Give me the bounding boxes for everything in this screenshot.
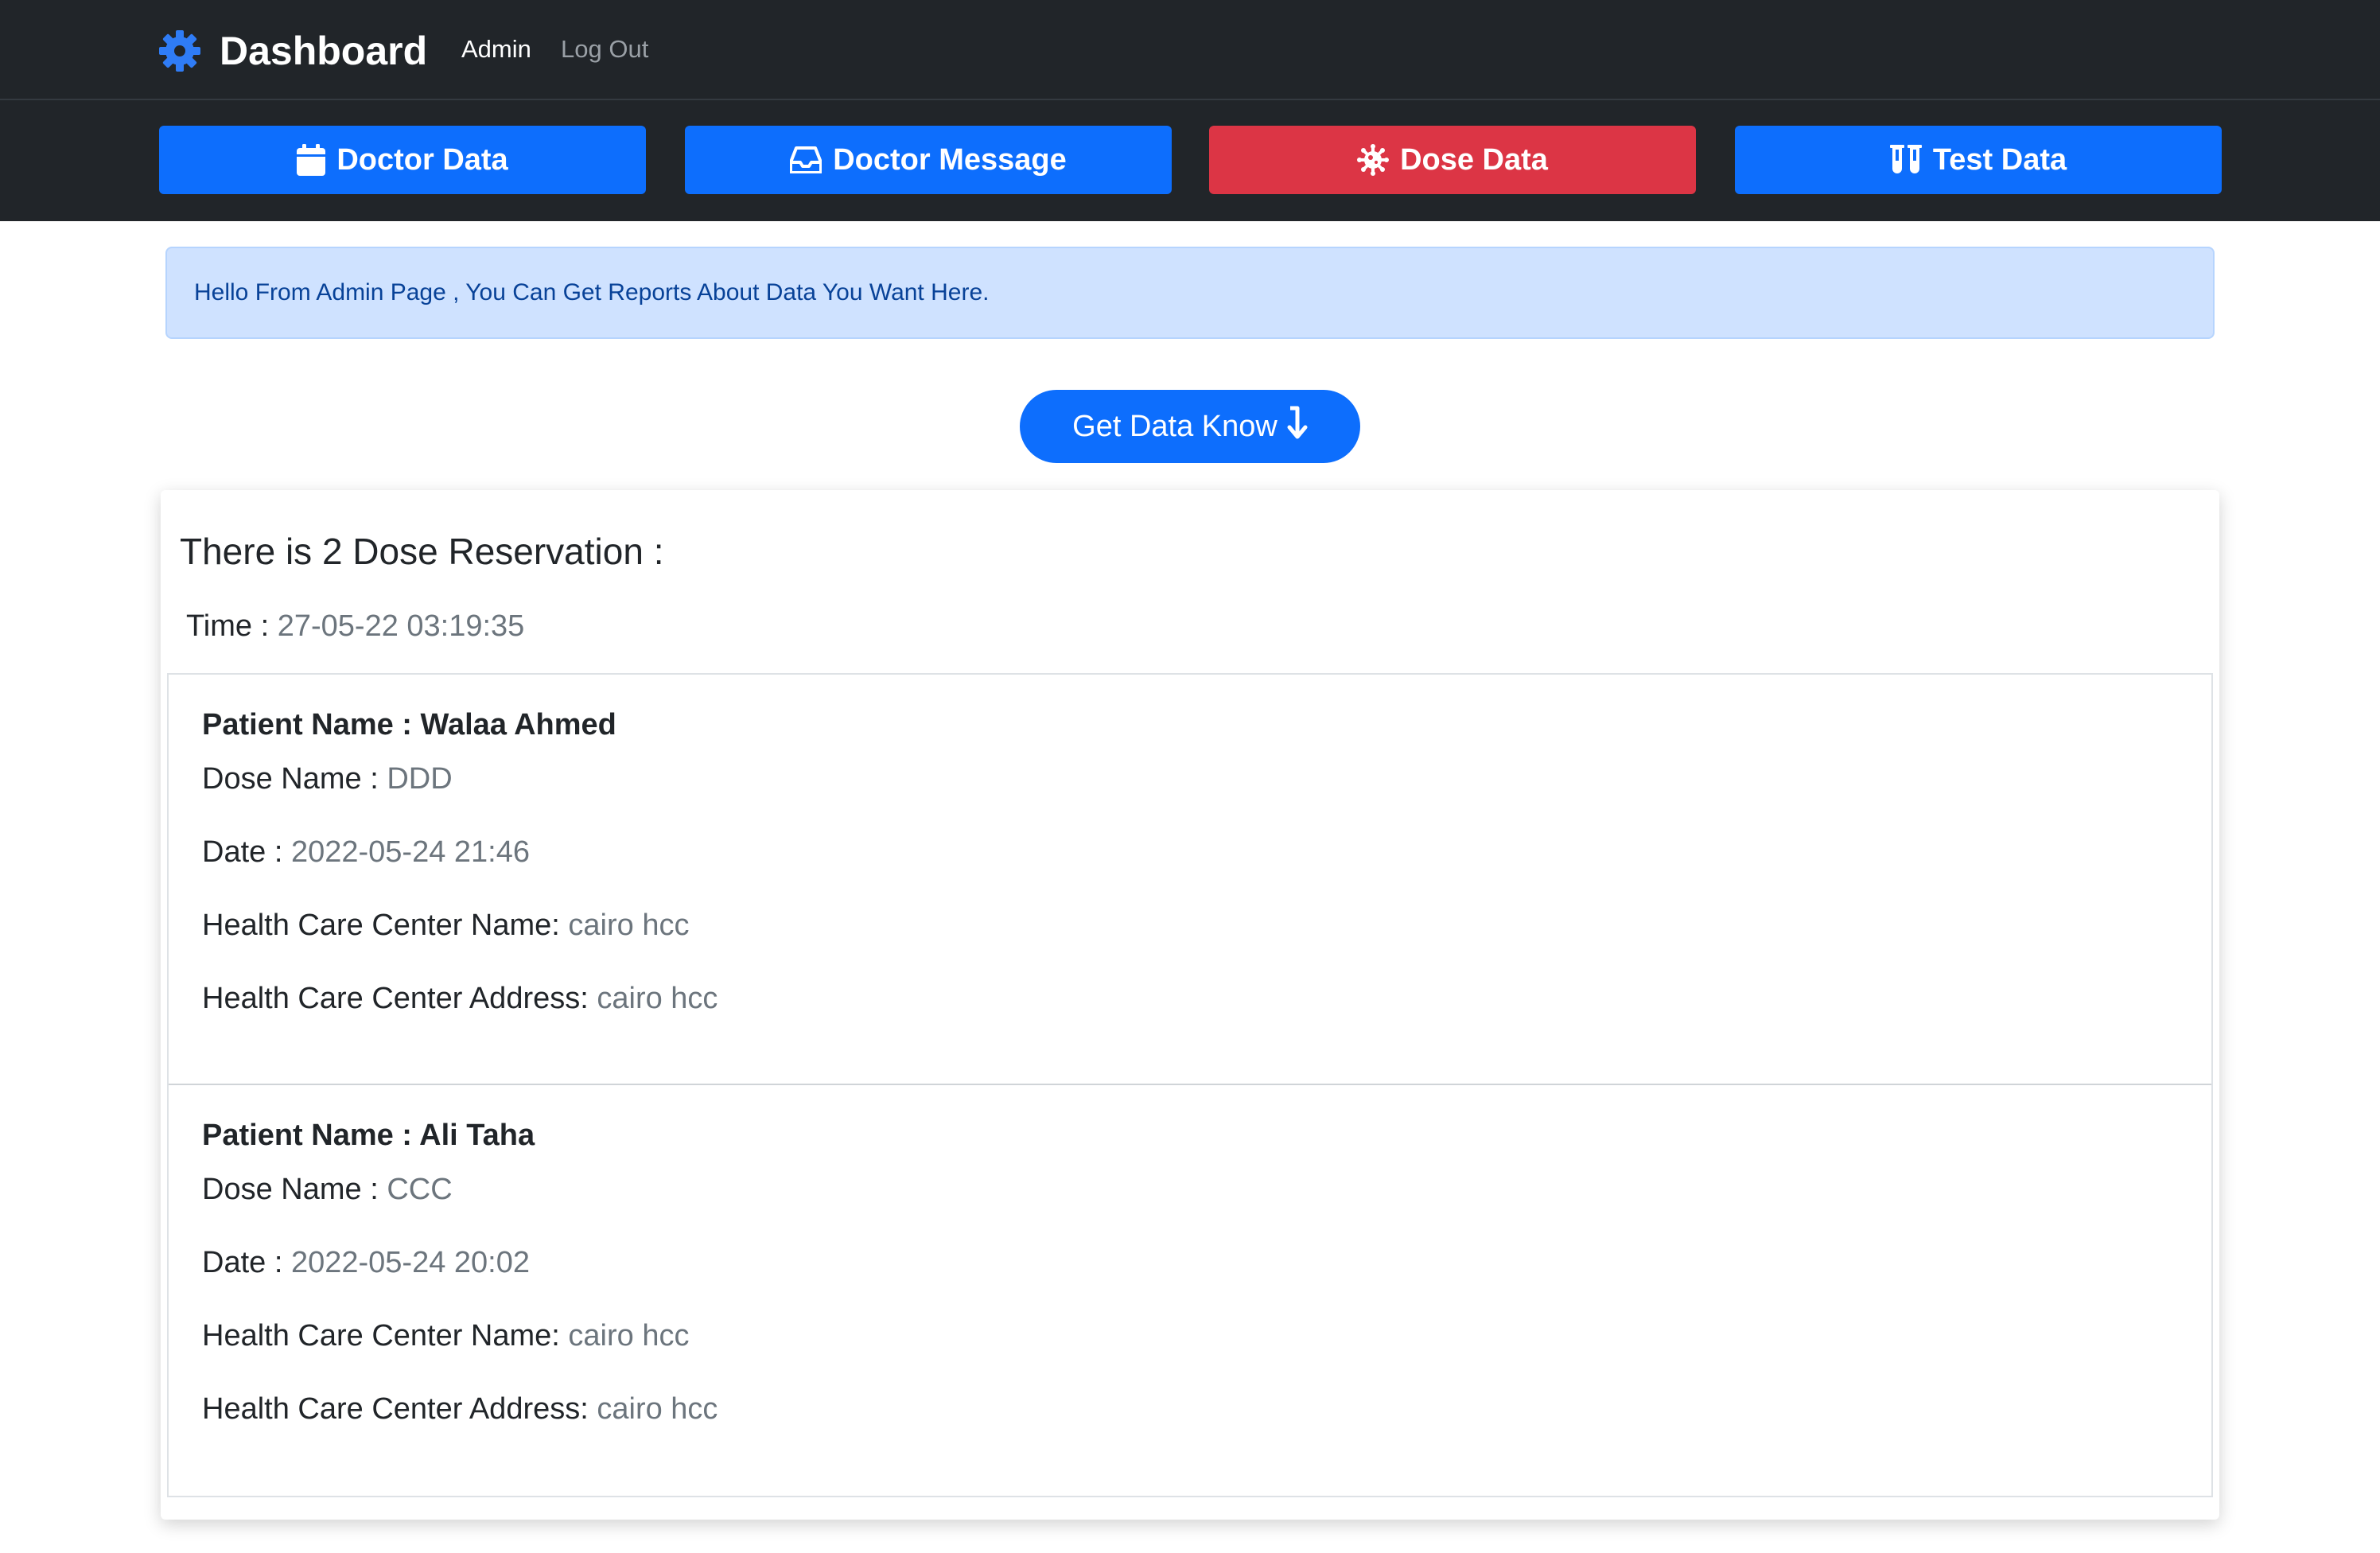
dose-value: CCC [387,1173,453,1206]
hcc-name: Health Care Center Name: cairo hcc [202,1319,689,1353]
list-item: Patient Name : Walaa Ahmed Dose Name : D… [169,675,2211,1085]
patient-label: Patient Name : [202,1119,412,1152]
brand[interactable]: Dashboard [158,24,427,78]
nav-link-logout[interactable]: Log Out [561,35,648,64]
get-data-label: Get Data Know [1072,409,1278,443]
inbox-icon [790,146,822,173]
dose-date: Date : 2022-05-24 20:02 [202,1246,530,1280]
hcc-name-value: cairo hcc [568,1319,690,1353]
patient-value: Ali Taha [419,1119,535,1152]
doctor-data-label: Doctor Data [336,142,508,177]
hcc-address: Health Care Center Address: cairo hcc [202,982,718,1016]
test-data-button[interactable]: Test Data [1735,126,2222,194]
alert-text: Hello From Admin Page , You Can Get Repo… [194,279,990,306]
doctor-message-button[interactable]: Doctor Message [685,126,1172,194]
info-alert: Hello From Admin Page , You Can Get Repo… [165,247,2215,339]
date-label: Date : [202,1246,283,1279]
hcc-name: Health Care Center Name: cairo hcc [202,909,689,943]
gear-icon [158,29,202,73]
hcc-name-value: cairo hcc [568,909,690,942]
list-item: Patient Name : Ali Taha Dose Name : CCC … [169,1085,2211,1496]
virus-icon [1357,144,1390,176]
time-value: 27-05-22 03:19:35 [277,609,525,643]
reservation-list: Patient Name : Walaa Ahmed Dose Name : D… [167,673,2213,1497]
dose-label: Dose Name : [202,1173,379,1206]
date-value: 2022-05-24 20:02 [290,1246,530,1279]
dose-label: Dose Name : [202,762,379,796]
patient-name: Patient Name : Walaa Ahmed [202,708,616,742]
dose-name: Dose Name : DDD [202,762,453,796]
patient-name: Patient Name : Ali Taha [202,1119,535,1153]
dose-date: Date : 2022-05-24 21:46 [202,835,530,870]
get-data-button[interactable]: Get Data Know [1020,390,1360,463]
top-navbar: Dashboard Admin Log Out [0,0,2380,100]
doctor-message-label: Doctor Message [833,142,1067,177]
dose-data-label: Dose Data [1400,142,1548,177]
date-label: Date : [202,835,283,869]
calendar-icon [297,144,326,176]
hcc-address: Health Care Center Address: cairo hcc [202,1392,718,1427]
doctor-data-button[interactable]: Doctor Data [159,126,646,194]
report-card: There is 2 Dose Reservation : Time : 27-… [161,490,2219,1520]
dose-value: DDD [387,762,453,796]
nav-link-admin[interactable]: Admin [461,35,531,64]
hcc-name-label: Health Care Center Name: [202,1319,560,1353]
hcc-name-label: Health Care Center Name: [202,909,560,942]
test-data-label: Test Data [1932,142,2067,177]
hcc-address-label: Health Care Center Address: [202,1392,589,1426]
hcc-address-label: Health Care Center Address: [202,982,589,1015]
hcc-address-value: cairo hcc [597,1392,718,1426]
report-title: There is 2 Dose Reservation : [180,531,664,572]
hcc-address-value: cairo hcc [597,982,718,1015]
brand-title: Dashboard [220,29,428,73]
test-tubes-icon [1889,145,1922,175]
time-label: Time : [186,609,270,643]
action-bar: Doctor Data Doctor Message Dose Data Tes… [0,100,2380,221]
dose-name: Dose Name : CCC [202,1173,453,1207]
dose-data-button[interactable]: Dose Data [1209,126,1696,194]
patient-value: Walaa Ahmed [420,708,616,741]
patient-label: Patient Name : [202,708,412,741]
date-value: 2022-05-24 21:46 [290,835,530,869]
arrow-down-icon [1287,405,1308,448]
report-time: Time : 27-05-22 03:19:35 [186,609,524,644]
